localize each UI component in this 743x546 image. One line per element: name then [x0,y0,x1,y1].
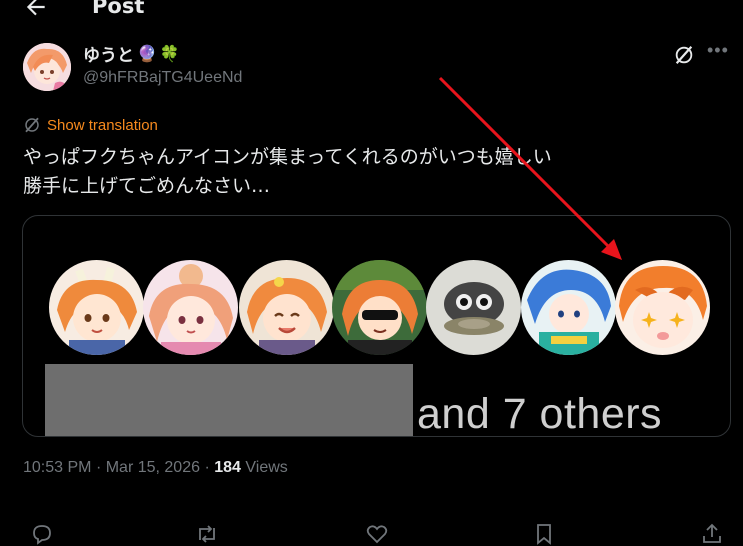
display-name-text: ゆうと [83,46,134,66]
and-others-text: and 7 others [417,390,663,437]
arrow-left-icon[interactable] [22,0,50,20]
reply-icon[interactable] [30,522,54,546]
action-bar [0,516,743,545]
media-avatar-5 [426,260,521,355]
post-time[interactable]: 10:53 PM [23,459,91,476]
media-avatar-1 [49,260,144,355]
author-display-name[interactable]: ゆうと 🔮 🍀 [83,41,180,66]
media-avatar-7 [615,260,710,355]
tweet-text: やっぱフクちゃんアイコンが集まってくれるのがいつも嬉しい 勝手に上げてごめんなさ… [23,143,552,201]
show-translation-label: Show translation [47,116,158,134]
bookmark-icon[interactable] [532,522,556,546]
meta-separator-2: · [204,459,210,476]
like-icon[interactable] [365,522,389,546]
crystal-ball-emoji: 🔮 [137,44,157,63]
media-image[interactable]: and 7 others [22,215,731,437]
tweet-text-line-2: 勝手に上げてごめんなさい… [23,175,271,197]
grok-icon[interactable] [673,44,695,66]
share-icon[interactable] [700,522,724,546]
post-meta: 10:53 PM · Mar 15, 2026 · 184 Views [23,459,288,477]
media-avatar-2 [143,260,238,355]
more-options-icon[interactable]: ••• [707,40,729,61]
views-count: 184 [214,459,241,476]
media-avatar-4 [332,260,427,355]
author-handle[interactable]: @9hFRBajTG4UeeNd [83,69,242,87]
author-avatar[interactable] [23,43,71,91]
clover-emoji: 🍀 [159,44,180,63]
media-avatar-3 [239,260,334,355]
post-date[interactable]: Mar 15, 2026 [106,459,200,476]
meta-separator-1: · [95,459,102,476]
repost-icon[interactable] [195,522,219,546]
top-bar: Post [0,0,743,24]
views-label: Views [245,459,288,476]
redaction-box [45,364,413,436]
show-translation-link[interactable]: Show translation [23,116,158,134]
grok-small-icon [25,117,39,133]
page-title: Post [92,0,145,18]
media-avatar-6 [521,260,616,355]
tweet-text-line-1: やっぱフクちゃんアイコンが集まってくれるのがいつも嬉しい [23,146,552,168]
